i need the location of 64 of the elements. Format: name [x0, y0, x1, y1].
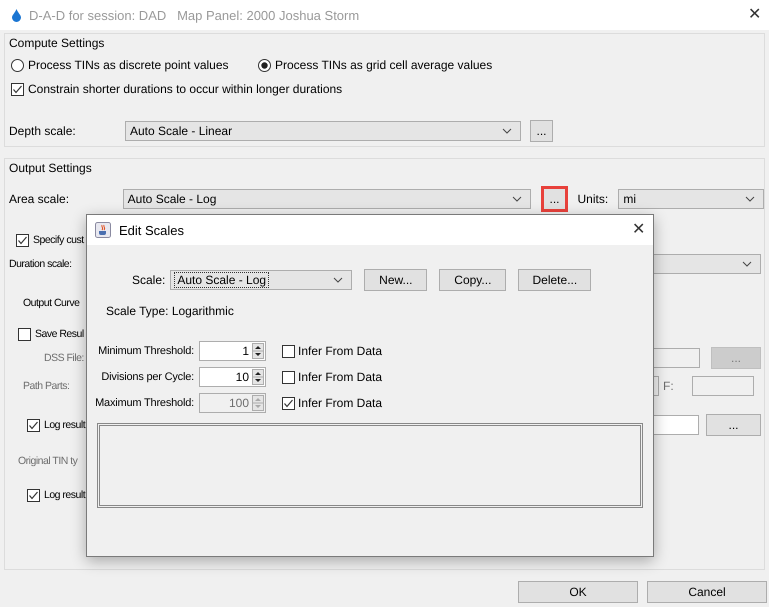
checkbox-label: Infer From Data	[298, 396, 382, 410]
field-label: Area scale:	[9, 192, 70, 206]
delete-button[interactable]: Delete...	[518, 269, 592, 291]
checkbox-label: Log result	[44, 489, 86, 501]
radio-label: Process TINs as discrete point values	[28, 58, 229, 72]
group-title: Compute Settings	[9, 35, 104, 52]
checkbox-label: Specify cust	[33, 234, 84, 246]
section-title: Output Curve	[23, 297, 80, 309]
spin-arrows-icon[interactable]	[252, 369, 264, 385]
field-label: Scale:	[132, 273, 166, 287]
field-label: Divisions per Cycle:	[100, 371, 194, 383]
checkbox[interactable]	[282, 344, 295, 358]
checkbox[interactable]	[16, 234, 29, 246]
radio-label: Process TINs as grid cell average values	[275, 58, 492, 72]
radio-button[interactable]	[11, 58, 24, 72]
chevron-down-icon	[333, 277, 344, 283]
number-spinner[interactable]: 10	[199, 367, 266, 387]
close-icon[interactable]: ✕	[632, 222, 645, 238]
checkbox-label: Infer From Data	[298, 344, 382, 358]
chevron-down-icon	[742, 261, 752, 267]
browse-button[interactable]: ...	[540, 186, 568, 212]
copy-button[interactable]: Copy...	[439, 269, 506, 291]
checkbox[interactable]	[27, 488, 40, 502]
field-label: Units:	[577, 192, 610, 206]
field-label: F:	[663, 379, 675, 393]
chevron-down-icon	[512, 196, 522, 202]
checkbox-label: Constrain shorter durations to occur within longer durations	[28, 82, 342, 96]
chevron-down-icon	[502, 128, 512, 134]
browse-button[interactable]: ...	[530, 120, 553, 142]
field-label: Original TIN ty	[18, 455, 78, 467]
dropdown[interactable]: Auto Scale - Linear	[125, 121, 521, 141]
group-title: Output Settings	[9, 160, 92, 177]
field-label: Maximum Threshold:	[94, 397, 194, 409]
checkbox[interactable]	[282, 370, 295, 384]
new-button[interactable]: New...	[364, 269, 428, 291]
scale-type-text: Scale Type: Logarithmic	[106, 303, 235, 320]
number-spinner[interactable]: 1	[199, 341, 266, 361]
chevron-down-icon	[745, 196, 755, 202]
window-title: D-A-D for session: DAD Map Panel: 2000 Joshua Storm	[29, 8, 360, 22]
browse-button[interactable]: ...	[706, 414, 761, 436]
spin-arrows-icon[interactable]	[252, 343, 264, 359]
checkbox[interactable]	[11, 82, 24, 96]
field-label: DSS File:	[44, 352, 84, 364]
checkbox[interactable]	[27, 418, 40, 432]
checkbox[interactable]	[18, 328, 31, 340]
text-field[interactable]	[692, 376, 754, 396]
ok-button[interactable]: OK	[518, 581, 638, 603]
checkbox-label: Save Resul	[35, 328, 84, 340]
field-label: Depth scale:	[9, 124, 77, 138]
cup-icon	[95, 222, 111, 238]
radio-button[interactable]	[258, 58, 271, 72]
dropdown[interactable]: Auto Scale - Log	[170, 270, 352, 290]
dropdown[interactable]: mi	[618, 189, 764, 209]
checkbox-label: Log result	[44, 419, 86, 431]
field-label: Duration scale:	[9, 258, 72, 270]
dropdown[interactable]: Auto Scale - Log	[122, 189, 531, 209]
text-field[interactable]	[651, 348, 700, 368]
checkbox-label: Infer From Data	[298, 370, 382, 384]
field-label: Path Parts:	[23, 380, 70, 392]
cancel-button[interactable]: Cancel	[647, 581, 767, 603]
close-icon[interactable]: ✕	[748, 7, 761, 23]
dialog-title: Edit Scales	[119, 222, 186, 238]
field-label: Minimum Threshold:	[97, 345, 194, 357]
drop-icon	[12, 8, 21, 22]
